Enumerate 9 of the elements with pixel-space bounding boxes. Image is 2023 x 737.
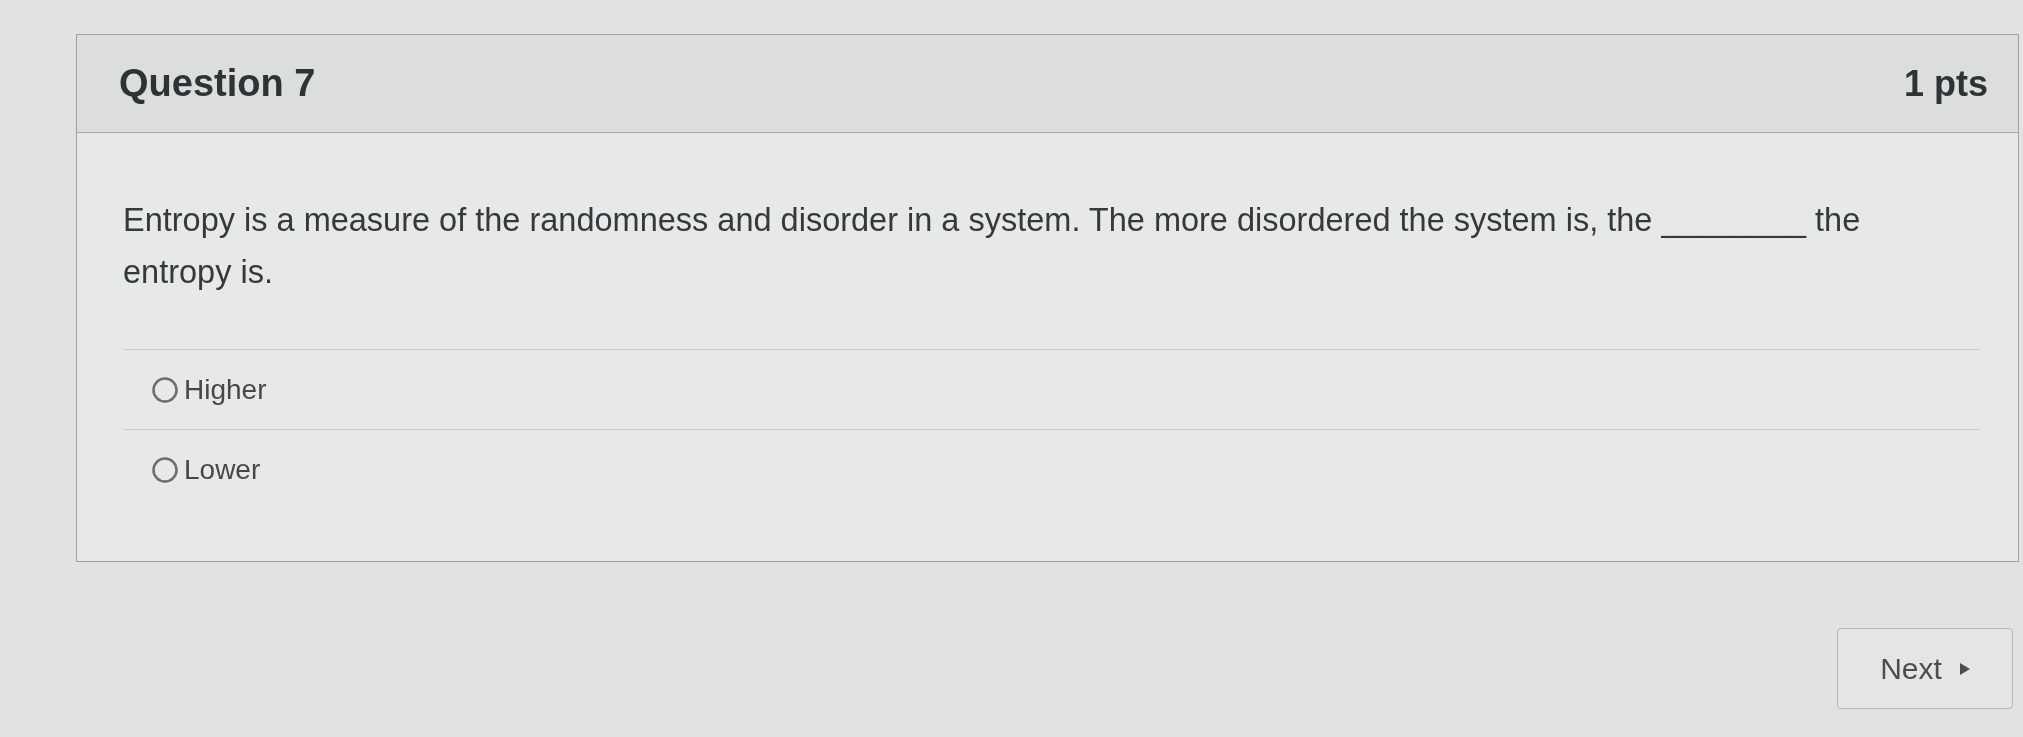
question-title: Question 7 bbox=[119, 61, 316, 106]
next-button[interactable]: Next bbox=[1837, 628, 2013, 709]
answer-option-label[interactable]: Lower bbox=[184, 448, 261, 491]
question-text: Entropy is a measure of the randomness and disorder in a system. The more disordered the system is, the ________ the entropy is. bbox=[123, 201, 1862, 292]
radio-button-icon[interactable] bbox=[152, 456, 178, 483]
answer-option-label[interactable]: Higher bbox=[184, 368, 267, 411]
question-points: 1 pts bbox=[1903, 61, 1988, 106]
caret-right-icon bbox=[1959, 662, 1970, 675]
radio-button-icon[interactable] bbox=[152, 376, 178, 403]
